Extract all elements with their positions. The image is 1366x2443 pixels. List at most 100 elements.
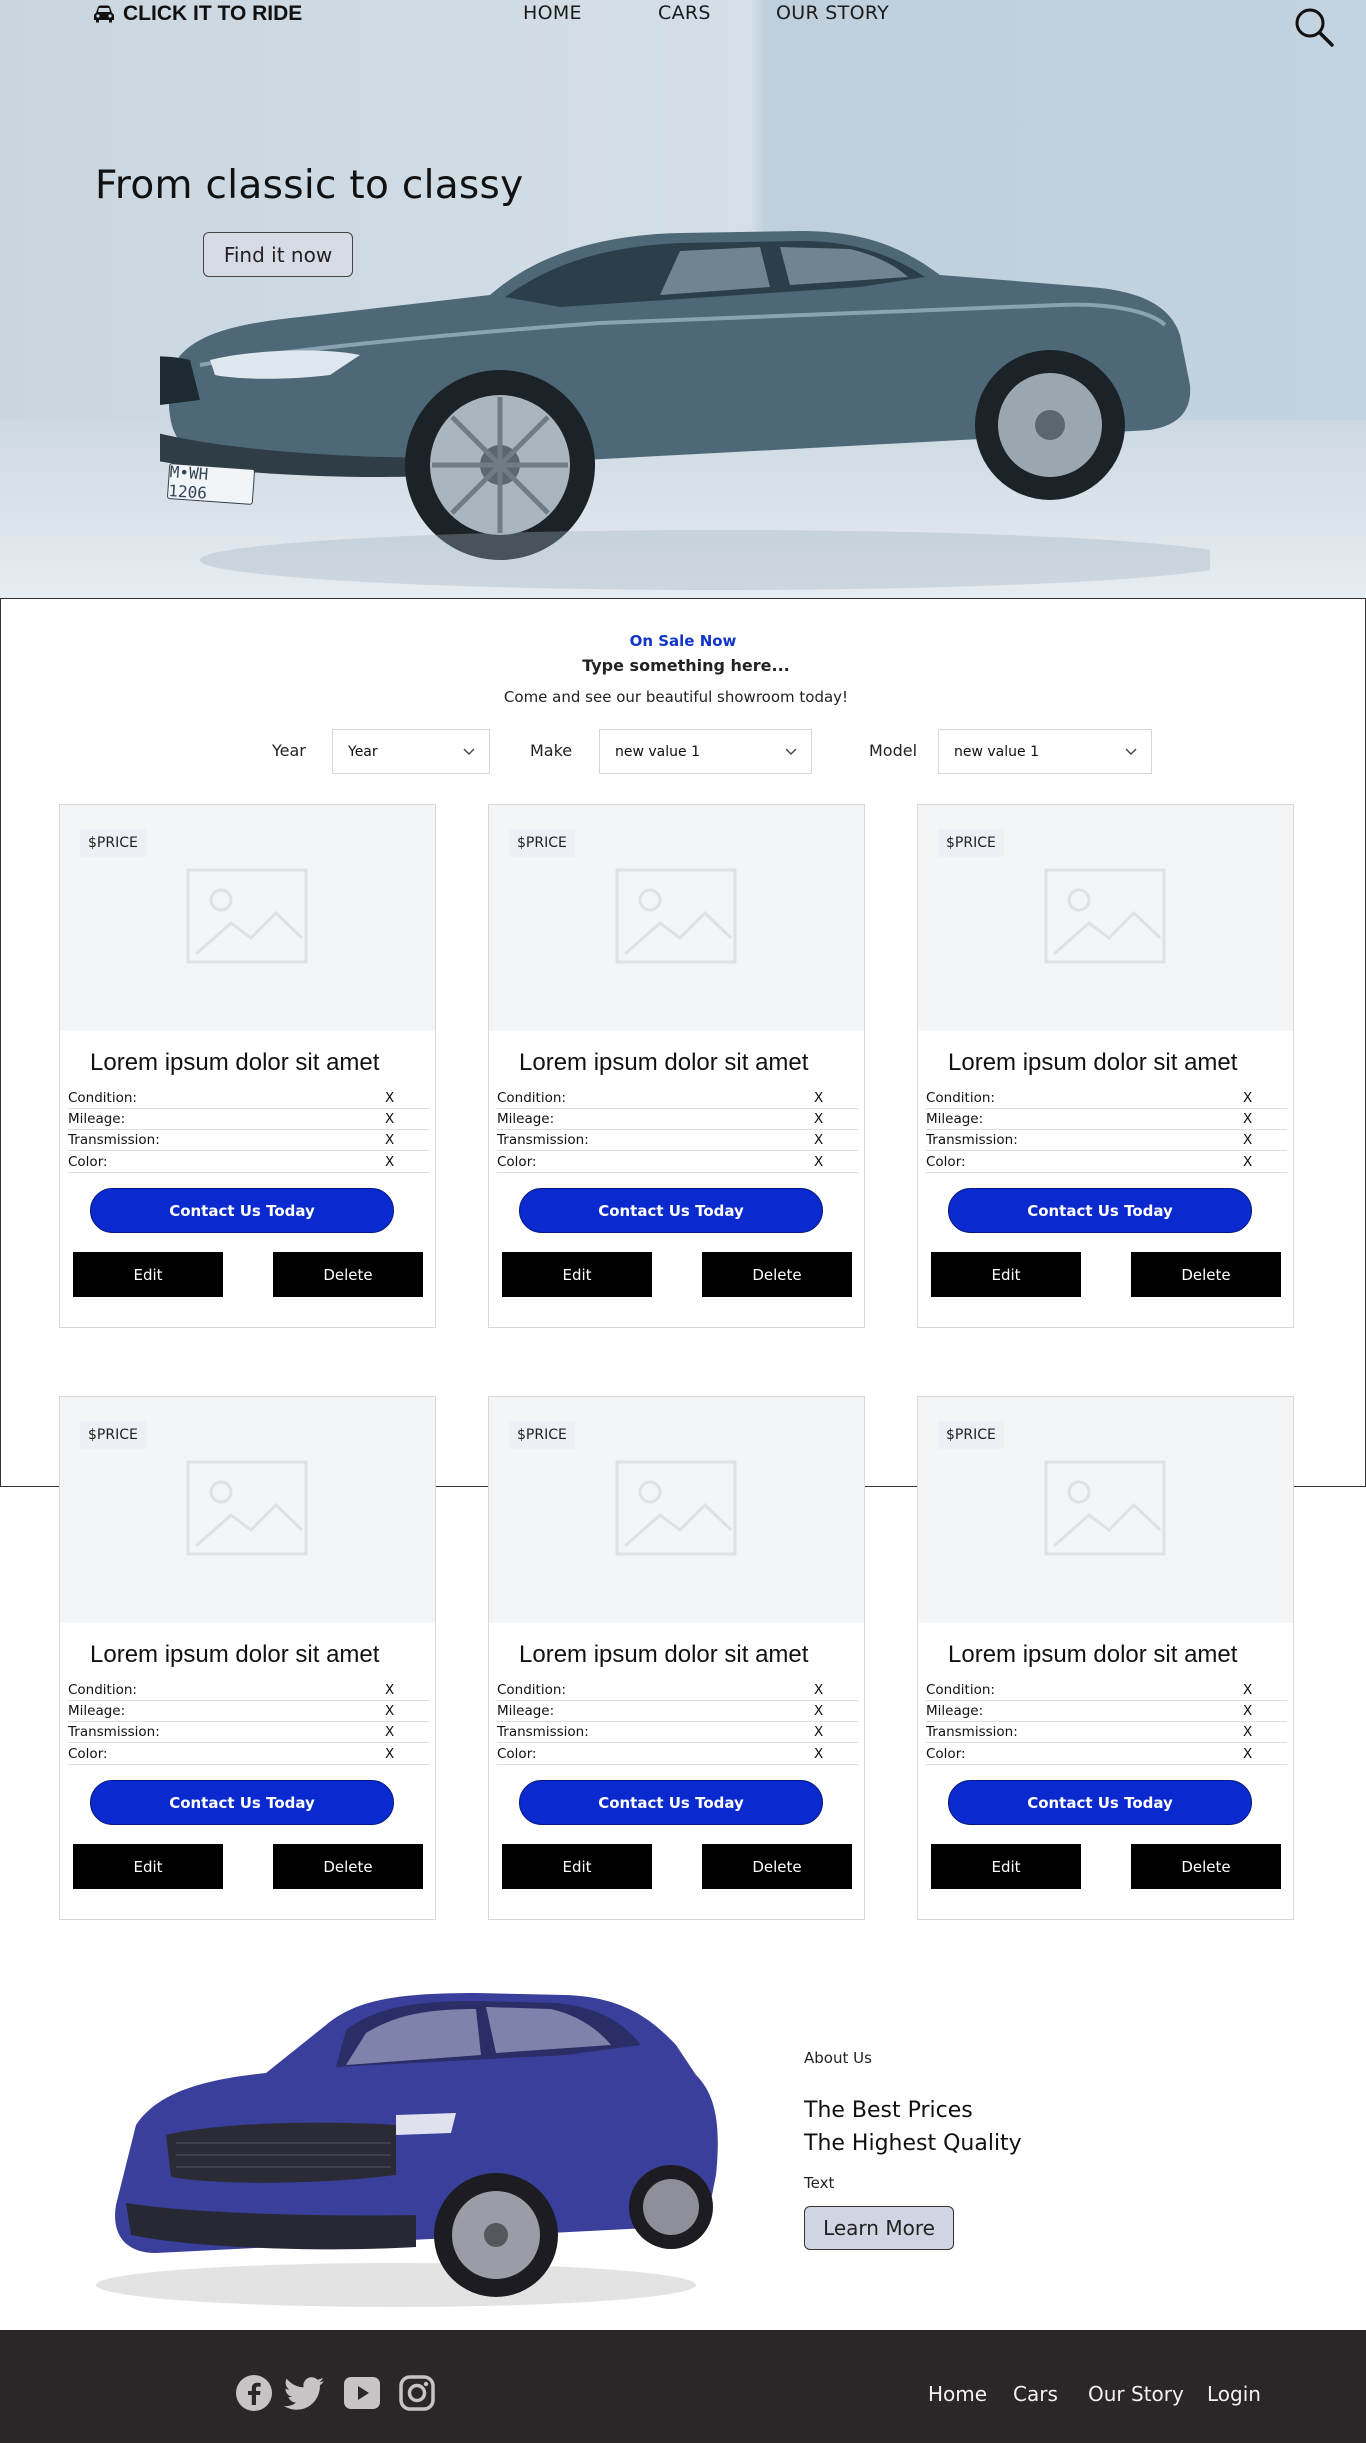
on-sale-kicker: On Sale Now xyxy=(629,632,737,650)
spec-value: X xyxy=(385,1746,395,1762)
brand-name: CLICK IT TO RIDE xyxy=(123,2,303,25)
image-placeholder-icon xyxy=(615,868,737,964)
spec-label: Mileage: xyxy=(497,1703,555,1719)
spec-value: X xyxy=(1243,1090,1253,1106)
spec-value: X xyxy=(814,1132,824,1148)
spec-label: Color: xyxy=(926,1746,966,1762)
edit-button[interactable]: Edit xyxy=(931,1844,1081,1889)
spec-label: Mileage: xyxy=(926,1703,984,1719)
spec-row: Transmission: X xyxy=(926,1130,1287,1151)
car-icon xyxy=(94,5,114,23)
spec-row: Color: X xyxy=(926,1152,1287,1173)
car-listing-card: $PRICE Lorem ipsum dolor sit amet Condit… xyxy=(488,1396,865,1920)
spec-value: X xyxy=(385,1154,395,1170)
spec-label: Mileage: xyxy=(68,1111,126,1127)
spec-label: Mileage: xyxy=(68,1703,126,1719)
edit-button[interactable]: Edit xyxy=(73,1844,223,1889)
contact-us-button[interactable]: Contact Us Today xyxy=(90,1188,394,1233)
spec-value: X xyxy=(385,1111,395,1127)
footer-link-login[interactable]: Login xyxy=(1207,2382,1261,2406)
spec-value: X xyxy=(1243,1703,1253,1719)
chevron-down-icon xyxy=(785,748,797,755)
delete-button[interactable]: Delete xyxy=(273,1252,423,1297)
spec-value: X xyxy=(814,1682,824,1698)
contact-us-button[interactable]: Contact Us Today xyxy=(519,1780,823,1825)
youtube-icon[interactable] xyxy=(343,2374,381,2412)
search-icon xyxy=(1295,8,1334,47)
edit-button[interactable]: Edit xyxy=(73,1252,223,1297)
spec-label: Condition: xyxy=(497,1090,566,1106)
car-title: Lorem ipsum dolor sit amet xyxy=(519,1641,809,1668)
about-car-image xyxy=(96,1993,718,2307)
footer-link-home[interactable]: Home xyxy=(928,2382,987,2406)
edit-button[interactable]: Edit xyxy=(502,1252,652,1297)
spec-row: Transmission: X xyxy=(68,1130,429,1151)
brand-logo[interactable]: CLICK IT TO RIDE xyxy=(93,2,302,26)
about-us-label: About Us xyxy=(804,2049,872,2067)
spec-value: X xyxy=(1243,1724,1253,1740)
year-select-value: Year xyxy=(348,743,378,760)
price-badge: $PRICE xyxy=(509,1421,575,1449)
car-image-placeholder: $PRICE xyxy=(60,805,435,1031)
contact-us-button[interactable]: Contact Us Today xyxy=(948,1780,1252,1825)
make-select[interactable]: new value 1 xyxy=(599,729,812,774)
model-select[interactable]: new value 1 xyxy=(938,729,1152,774)
car-listing-card: $PRICE Lorem ipsum dolor sit amet Condit… xyxy=(59,1396,436,1920)
chevron-down-icon xyxy=(1125,748,1137,755)
spec-row: Mileage: X xyxy=(926,1109,1287,1130)
image-placeholder-icon xyxy=(186,1460,308,1556)
twitter-icon[interactable] xyxy=(282,2374,326,2412)
on-sale-heading: Type something here... xyxy=(582,656,790,675)
model-filter-label: Model xyxy=(869,741,918,760)
spec-value: X xyxy=(1243,1682,1253,1698)
chevron-down-icon xyxy=(463,748,475,755)
spec-row: Mileage: X xyxy=(68,1701,429,1722)
spec-value: X xyxy=(1243,1111,1253,1127)
spec-value: X xyxy=(1243,1746,1253,1762)
spec-label: Color: xyxy=(926,1154,966,1170)
spec-value: X xyxy=(385,1682,395,1698)
nav-home[interactable]: HOME xyxy=(523,2,582,24)
spec-row: Color: X xyxy=(497,1152,858,1173)
footer-link-our-story[interactable]: Our Story xyxy=(1088,2382,1184,2406)
nav-our-story[interactable]: OUR STORY xyxy=(776,2,889,24)
spec-label: Condition: xyxy=(68,1090,137,1106)
footer-link-cars[interactable]: Cars xyxy=(1013,2382,1058,2406)
year-select[interactable]: Year xyxy=(332,729,490,774)
contact-us-button[interactable]: Contact Us Today xyxy=(519,1188,823,1233)
edit-button[interactable]: Edit xyxy=(931,1252,1081,1297)
spec-row: Transmission: X xyxy=(926,1722,1287,1743)
find-it-now-button[interactable]: Find it now xyxy=(203,232,353,277)
delete-button[interactable]: Delete xyxy=(702,1844,852,1889)
edit-button[interactable]: Edit xyxy=(502,1844,652,1889)
delete-button[interactable]: Delete xyxy=(702,1252,852,1297)
contact-us-button[interactable]: Contact Us Today xyxy=(90,1780,394,1825)
image-placeholder-icon xyxy=(615,1460,737,1556)
spec-value: X xyxy=(1243,1154,1253,1170)
spec-row: Condition: X xyxy=(926,1680,1287,1701)
spec-row: Transmission: X xyxy=(497,1130,858,1151)
delete-button[interactable]: Delete xyxy=(1131,1252,1281,1297)
image-placeholder-icon xyxy=(186,868,308,964)
car-listing-card: $PRICE Lorem ipsum dolor sit amet Condit… xyxy=(488,804,865,1328)
car-image-placeholder: $PRICE xyxy=(489,1397,864,1623)
spec-label: Transmission: xyxy=(926,1132,1018,1148)
spec-value: X xyxy=(385,1703,395,1719)
spec-label: Transmission: xyxy=(497,1132,589,1148)
facebook-icon[interactable] xyxy=(235,2374,273,2412)
spec-value: X xyxy=(814,1746,824,1762)
car-title: Lorem ipsum dolor sit amet xyxy=(948,1049,1238,1076)
spec-label: Condition: xyxy=(497,1682,566,1698)
hero-title: From classic to classy xyxy=(95,163,524,208)
car-listing-card: $PRICE Lorem ipsum dolor sit amet Condit… xyxy=(917,1396,1294,1920)
spec-row: Mileage: X xyxy=(497,1701,858,1722)
contact-us-button[interactable]: Contact Us Today xyxy=(948,1188,1252,1233)
learn-more-button[interactable]: Learn More xyxy=(804,2206,954,2250)
nav-cars[interactable]: CARS xyxy=(658,2,711,24)
delete-button[interactable]: Delete xyxy=(1131,1844,1281,1889)
instagram-icon[interactable] xyxy=(398,2374,436,2412)
delete-button[interactable]: Delete xyxy=(273,1844,423,1889)
search-button[interactable] xyxy=(1292,5,1336,49)
spec-label: Mileage: xyxy=(926,1111,984,1127)
image-placeholder-icon xyxy=(1044,1460,1166,1556)
